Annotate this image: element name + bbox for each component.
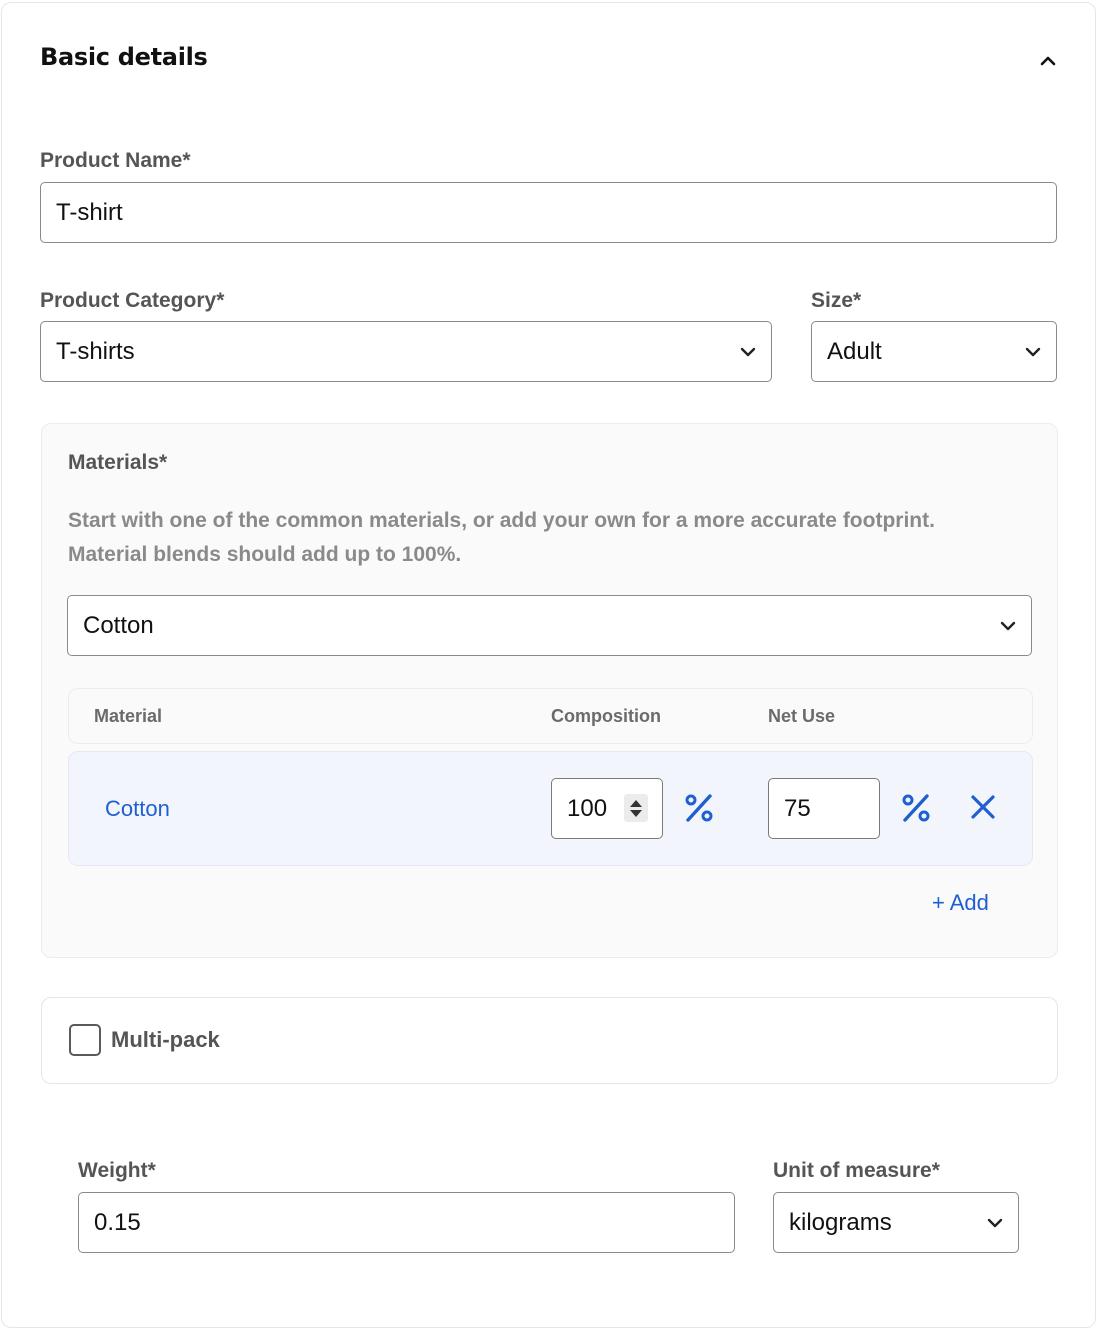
column-net-use: Net Use	[768, 706, 836, 726]
multipack-checkbox[interactable]	[69, 1024, 101, 1056]
add-material-button[interactable]: + Add	[932, 890, 989, 916]
composition-value: 100	[567, 794, 608, 822]
column-material: Material	[94, 706, 163, 726]
material-select-value: Cotton	[83, 611, 154, 639]
product-name-input[interactable]: T-shirt	[40, 182, 1057, 243]
material-select[interactable]: Cotton	[67, 595, 1032, 656]
stepper-down-icon	[630, 809, 642, 817]
product-name-value: T-shirt	[56, 198, 123, 226]
number-stepper[interactable]	[624, 794, 648, 822]
remove-row-button[interactable]	[965, 789, 1001, 825]
weight-input[interactable]: 0.15	[78, 1192, 735, 1253]
size-select[interactable]: Adult	[811, 321, 1057, 382]
product-category-value: T-shirts	[56, 337, 135, 365]
materials-table-header: Material Composition Net Use	[68, 688, 1033, 744]
unit-of-measure-value: kilograms	[789, 1208, 892, 1236]
section-title: Basic details	[40, 43, 208, 71]
row-material-name: Cotton	[105, 796, 170, 821]
chevron-down-icon	[999, 620, 1017, 632]
unit-of-measure-select[interactable]: kilograms	[773, 1192, 1019, 1253]
product-category-select[interactable]: T-shirts	[40, 321, 772, 382]
product-category-label: Product Category*	[40, 289, 225, 312]
materials-description-line1: Start with one of the common materials, …	[68, 509, 935, 532]
materials-panel: Materials* Start with one of the common …	[41, 423, 1058, 958]
size-value: Adult	[827, 337, 882, 365]
composition-percent-icon	[680, 789, 718, 827]
materials-title: Materials*	[68, 451, 168, 474]
chevron-up-icon	[1040, 56, 1056, 66]
multipack-label: Multi-pack	[111, 1027, 220, 1052]
table-row: Cotton 100 75	[68, 751, 1033, 866]
net-use-value: 75	[784, 794, 811, 822]
size-label: Size*	[811, 289, 862, 312]
collapse-button[interactable]	[1032, 47, 1064, 75]
composition-input[interactable]: 100	[551, 778, 663, 839]
net-use-input[interactable]: 75	[768, 778, 880, 839]
materials-description-line2: Material blends should add up to 100%.	[68, 543, 462, 566]
chevron-down-icon	[1024, 346, 1042, 358]
product-name-label: Product Name*	[40, 149, 191, 172]
net-use-percent-icon	[897, 789, 935, 827]
basic-details-card: Basic details Product Name* T-shirt Prod…	[1, 2, 1096, 1328]
multipack-panel: Multi-pack	[41, 997, 1058, 1084]
column-composition: Composition	[551, 706, 661, 726]
stepper-up-icon	[630, 799, 642, 807]
weight-value: 0.15	[94, 1208, 141, 1236]
chevron-down-icon	[739, 346, 757, 358]
unit-of-measure-label: Unit of measure*	[773, 1159, 940, 1182]
weight-label: Weight*	[78, 1159, 156, 1182]
close-icon	[971, 795, 995, 819]
chevron-down-icon	[986, 1217, 1004, 1229]
materials-description: Start with one of the common materials, …	[68, 504, 1028, 572]
